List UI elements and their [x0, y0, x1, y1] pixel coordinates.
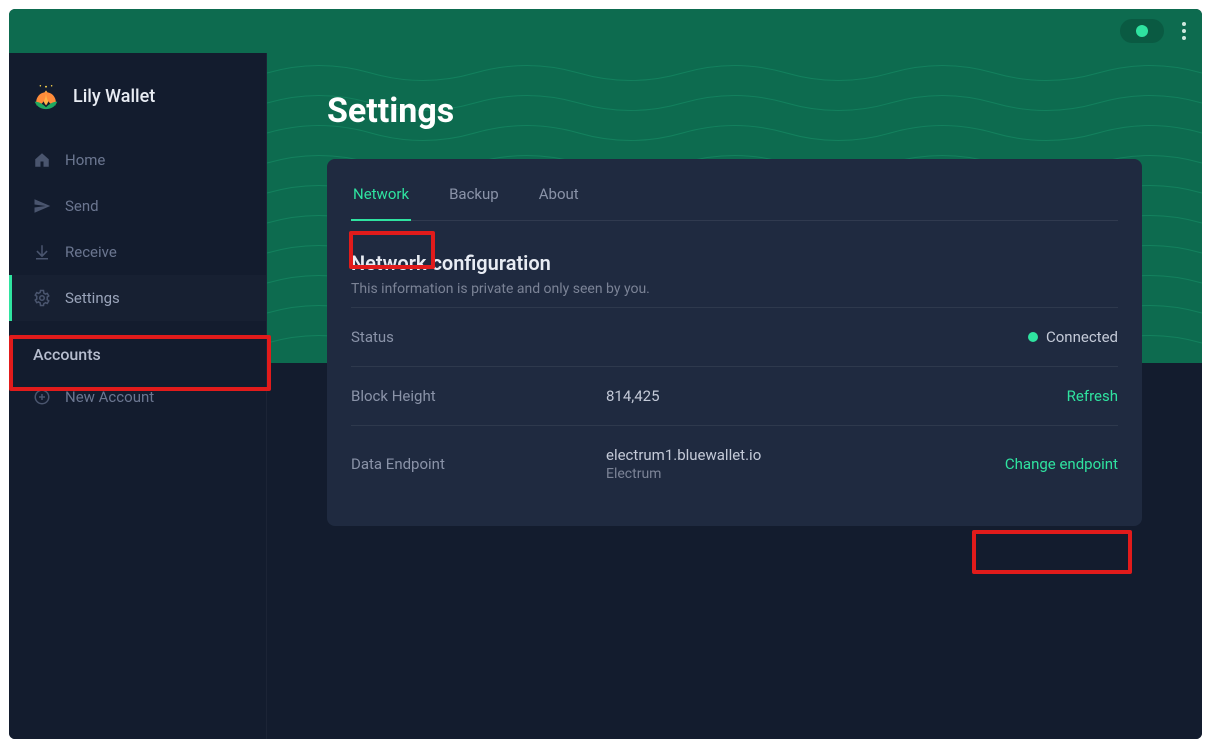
titlebar	[9, 9, 1202, 53]
panel-title: Network configuration	[351, 251, 1118, 275]
endpoint-host: electrum1.bluewallet.io	[606, 446, 1005, 464]
sidebar-item-label: Settings	[65, 289, 120, 307]
sidebar-item-send[interactable]: Send	[9, 183, 266, 229]
status-dot-icon	[1028, 332, 1038, 342]
sidebar-item-home[interactable]: Home	[9, 137, 266, 183]
app-menu-button[interactable]	[1178, 18, 1190, 44]
sidebar-item-label: Home	[65, 151, 105, 169]
accounts-section-label: Accounts	[9, 321, 266, 374]
sidebar-item-settings[interactable]: Settings	[9, 275, 266, 321]
sidebar-item-new-account[interactable]: New Account	[9, 374, 266, 420]
send-icon	[33, 197, 51, 215]
nav: Home Send Receive Settings	[9, 137, 266, 321]
page-title: Settings	[327, 91, 1142, 131]
sidebar-item-receive[interactable]: Receive	[9, 229, 266, 275]
gear-icon	[33, 289, 51, 307]
connection-dot-icon	[1136, 25, 1148, 37]
endpoint-label: Data Endpoint	[351, 455, 606, 473]
lotus-icon	[31, 81, 61, 111]
change-endpoint-button[interactable]: Change endpoint	[1005, 455, 1118, 473]
row-endpoint: Data Endpoint electrum1.bluewallet.io El…	[351, 425, 1118, 502]
row-status: Status Connected	[351, 307, 1118, 366]
sidebar-item-label: New Account	[65, 388, 154, 406]
connection-indicator	[1120, 19, 1164, 43]
sidebar-item-label: Receive	[65, 243, 117, 261]
network-panel: Network configuration This information i…	[351, 221, 1118, 502]
home-icon	[33, 151, 51, 169]
status-value: Connected	[1046, 328, 1118, 346]
settings-card: Network Backup About Network configurati…	[327, 159, 1142, 526]
brand: Lily Wallet	[9, 81, 266, 137]
tab-network[interactable]: Network	[351, 167, 411, 221]
tab-backup[interactable]: Backup	[447, 167, 501, 221]
sidebar-item-label: Send	[65, 197, 99, 215]
status-label: Status	[351, 328, 606, 346]
row-block-height: Block Height 814,425 Refresh	[351, 366, 1118, 425]
endpoint-type: Electrum	[606, 466, 1005, 482]
block-height-value: 814,425	[606, 387, 1067, 405]
sidebar: Lily Wallet Home Send Receive Settings	[9, 53, 267, 739]
main: Settings Network Backup About Network co…	[267, 53, 1202, 739]
panel-subtitle: This information is private and only see…	[351, 281, 1118, 297]
plus-circle-icon	[33, 388, 51, 406]
tab-about[interactable]: About	[537, 167, 581, 221]
receive-icon	[33, 243, 51, 261]
brand-name: Lily Wallet	[73, 86, 155, 107]
refresh-button[interactable]: Refresh	[1067, 387, 1118, 405]
block-height-label: Block Height	[351, 387, 606, 405]
settings-tabs: Network Backup About	[351, 159, 1118, 221]
